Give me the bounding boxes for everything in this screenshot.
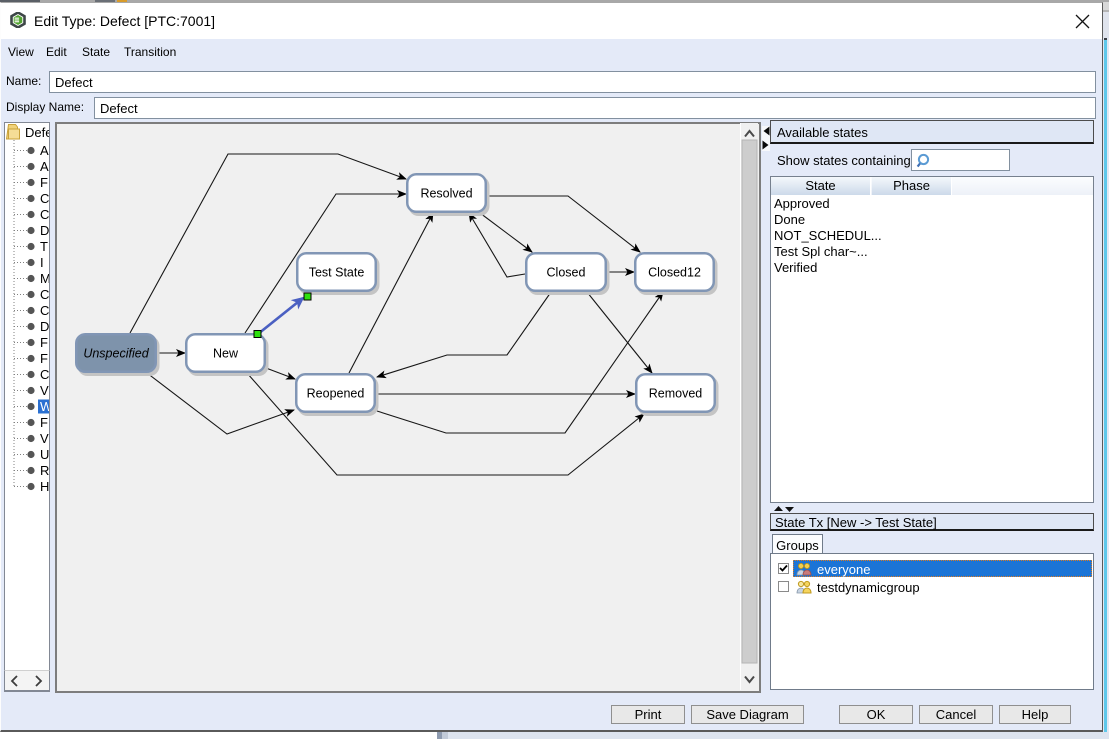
svg-text:D: D (40, 223, 49, 238)
svg-text:U: U (40, 447, 49, 462)
svg-text:I: I (40, 255, 44, 270)
svg-text:C: C (40, 367, 49, 382)
svg-text:F: F (40, 351, 48, 366)
svg-text:V: V (40, 431, 49, 446)
svg-text:C: C (40, 207, 49, 222)
svg-text:C: C (40, 191, 49, 206)
svg-text:F: F (40, 175, 48, 190)
svg-text:Unspecified: Unspecified (83, 347, 149, 361)
svg-text:M: M (40, 271, 50, 286)
svg-text:C: C (40, 303, 49, 318)
svg-text:Test State: Test State (309, 266, 365, 280)
svg-text:A: A (40, 143, 49, 158)
svg-text:Closed12: Closed12 (648, 266, 701, 280)
svg-text:H: H (40, 479, 49, 494)
svg-text:Closed: Closed (547, 266, 586, 280)
svg-text:V: V (40, 383, 49, 398)
svg-text:F: F (40, 335, 48, 350)
svg-text:F: F (40, 415, 48, 430)
svg-text:Removed: Removed (649, 387, 703, 401)
svg-text:Defe: Defe (25, 125, 50, 140)
svg-text:A: A (40, 159, 49, 174)
svg-text:Resolved: Resolved (420, 187, 472, 201)
svg-text:Reopened: Reopened (307, 387, 365, 401)
svg-text:R: R (40, 463, 49, 478)
svg-text:New: New (213, 347, 239, 361)
svg-text:C: C (40, 287, 49, 302)
svg-text:W: W (40, 399, 50, 414)
svg-text:D: D (40, 319, 49, 334)
svg-text:T: T (40, 239, 48, 254)
